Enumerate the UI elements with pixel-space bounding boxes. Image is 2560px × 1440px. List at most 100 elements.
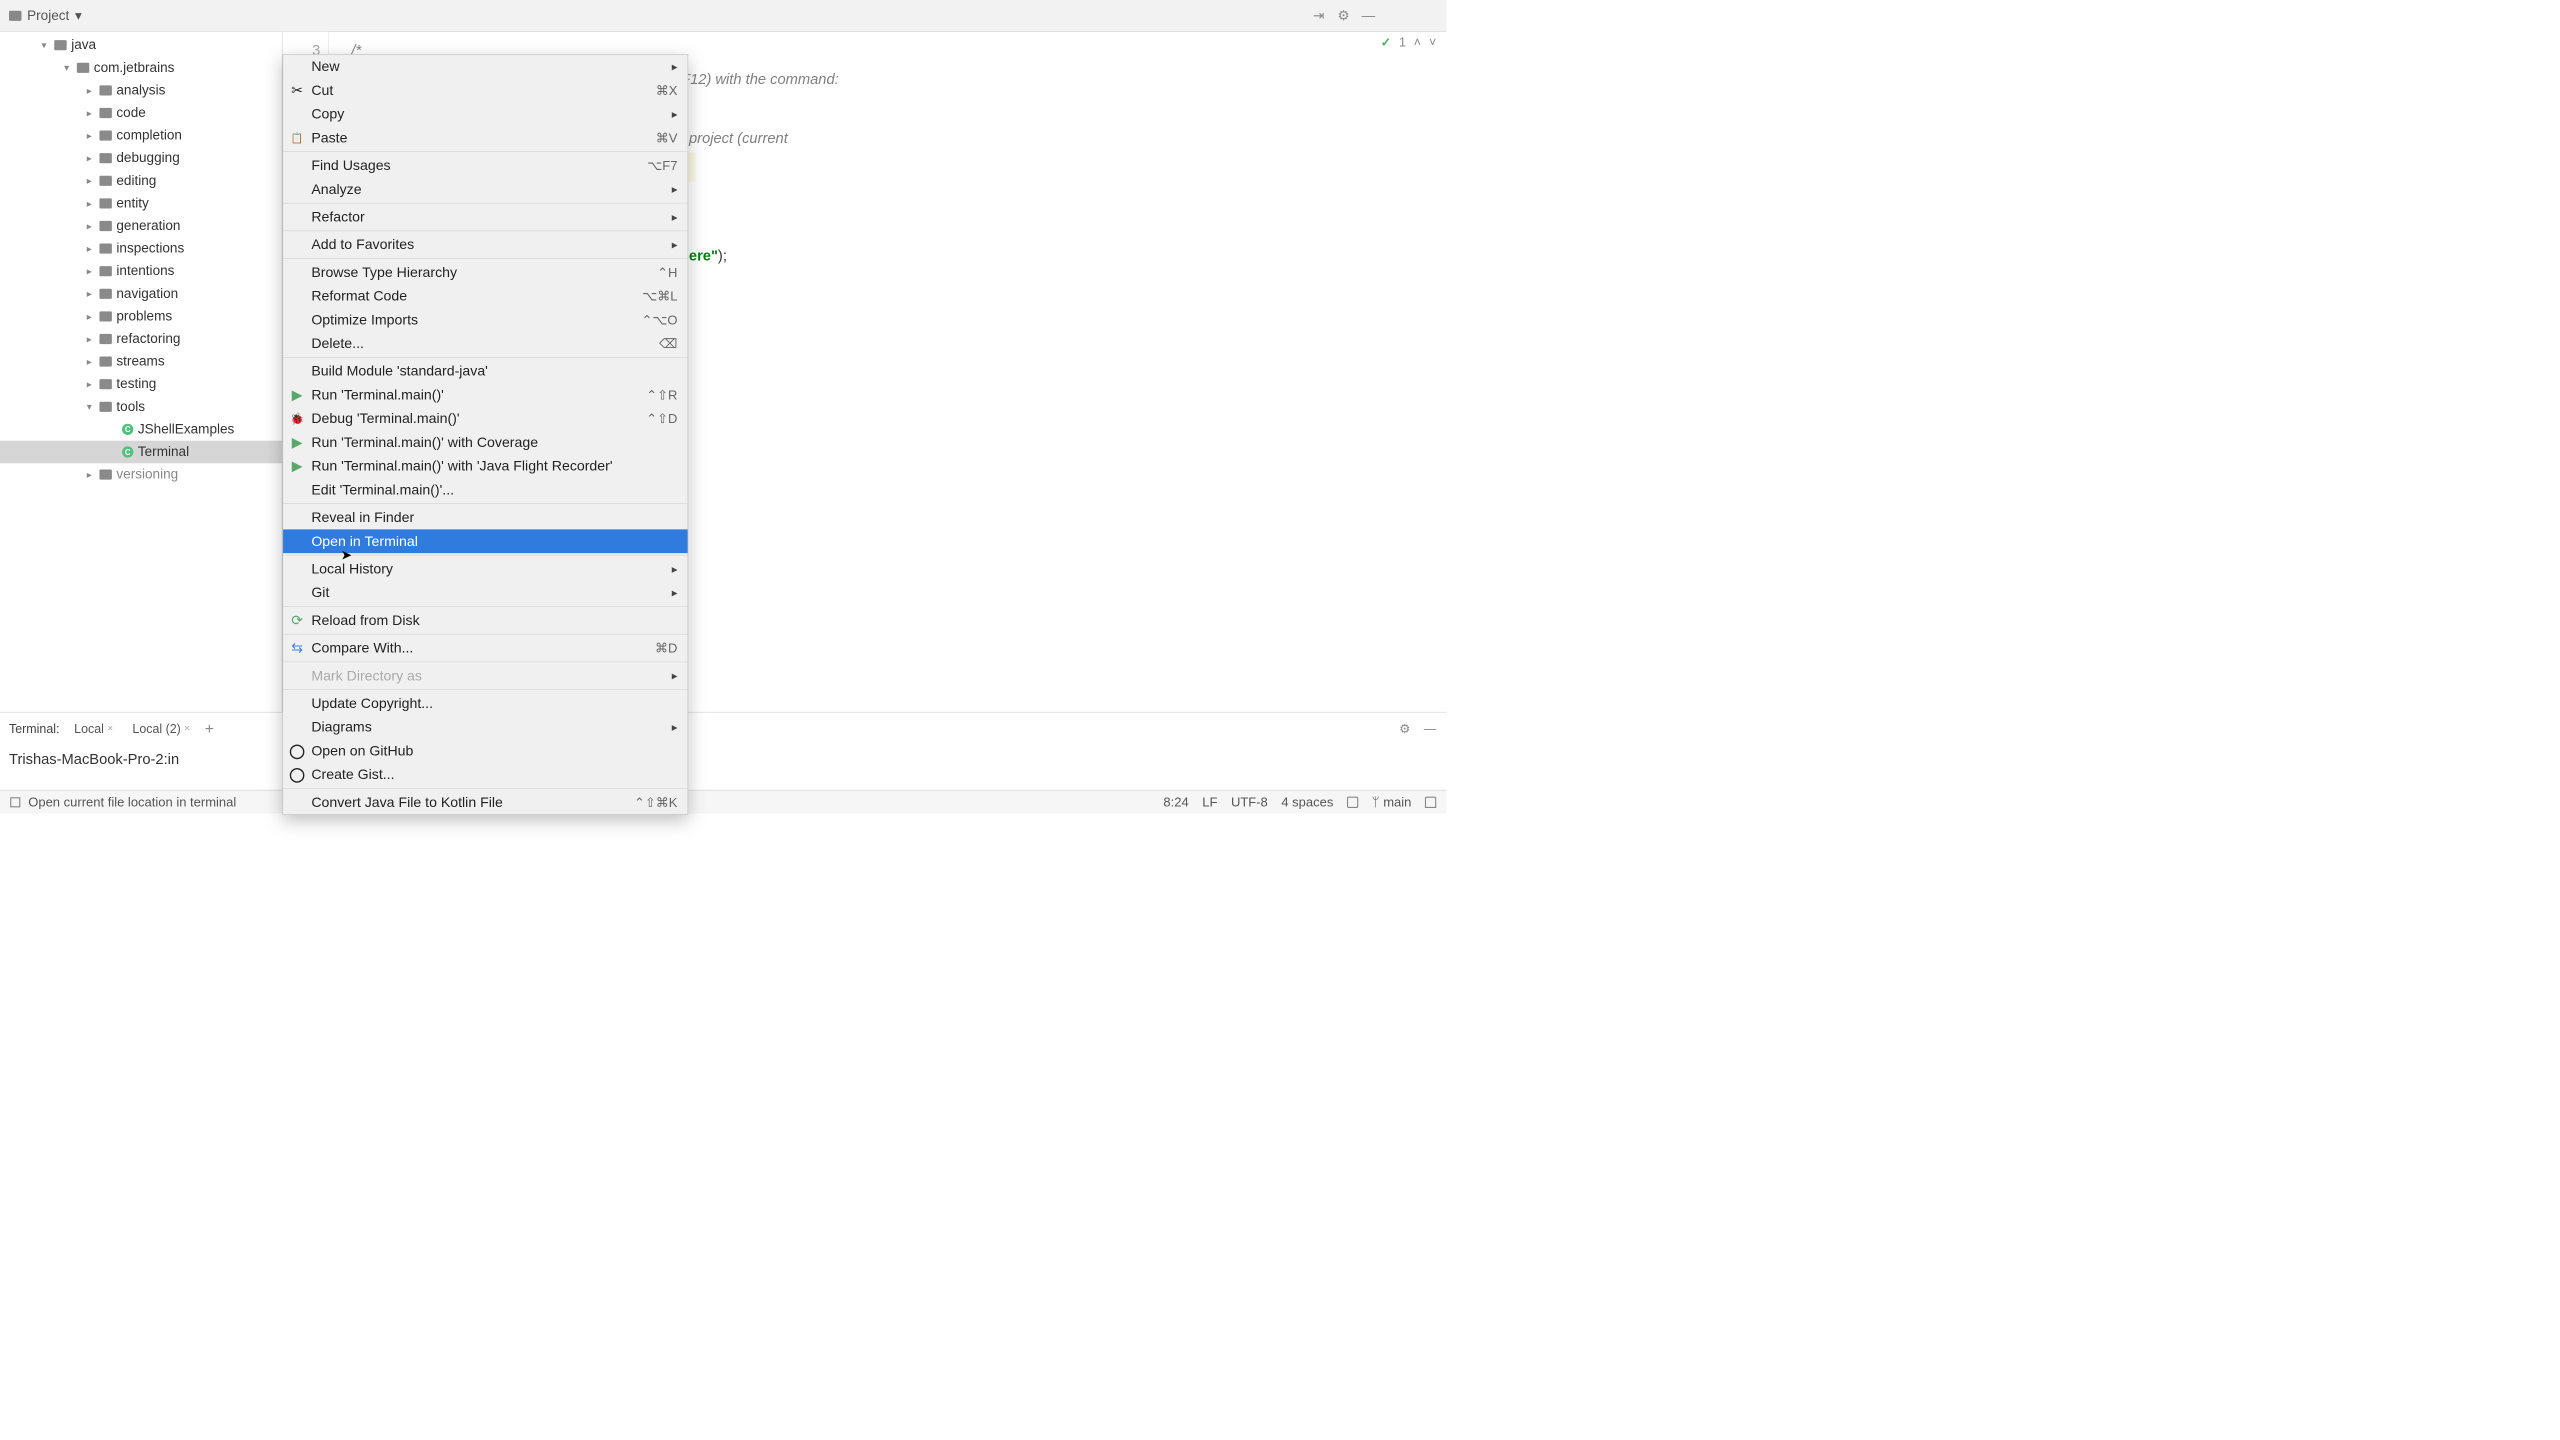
- chevron-icon[interactable]: ▸: [84, 175, 95, 187]
- tree-item-completion[interactable]: ▸completion: [0, 124, 282, 147]
- line-separator[interactable]: LF: [1202, 794, 1217, 809]
- chevron-icon[interactable]: ▾: [38, 39, 49, 51]
- menu-item-browse-type-hierarchy[interactable]: Browse Type Hierarchy⌃H: [283, 260, 688, 284]
- tree-item-tools[interactable]: ▾tools: [0, 396, 282, 419]
- inspection-badges[interactable]: 1 ˄ ˅: [1381, 35, 1437, 50]
- menu-item-reveal-in-finder[interactable]: Reveal in Finder: [283, 506, 688, 530]
- chevron-icon[interactable]: ▸: [84, 243, 95, 255]
- indent-settings[interactable]: 4 spaces: [1281, 794, 1333, 809]
- menu-item-copy[interactable]: Copy: [283, 102, 688, 126]
- gear-icon[interactable]: [1399, 721, 1410, 736]
- chevron-icon[interactable]: ▸: [84, 130, 95, 142]
- context-menu[interactable]: NewCut⌘XCopyPaste⌘V Find Usages⌥F7Analyze…: [283, 54, 689, 814]
- menu-item-create-gist[interactable]: Create Gist...: [283, 763, 688, 787]
- chevron-icon[interactable]: ▸: [84, 356, 95, 368]
- submenu-arrow-icon: [672, 60, 678, 74]
- menu-item-analyze[interactable]: Analyze: [283, 177, 688, 201]
- folder-icon: [99, 289, 111, 299]
- encoding[interactable]: UTF-8: [1231, 794, 1268, 809]
- chevron-icon[interactable]: ▸: [84, 197, 95, 209]
- collapse-icon[interactable]: ⇥: [1312, 9, 1326, 23]
- tree-item-entity[interactable]: ▸entity: [0, 192, 282, 215]
- tree-item-label: streams: [116, 354, 164, 370]
- chevron-icon[interactable]: ▸: [84, 469, 95, 481]
- tree-item-intentions[interactable]: ▸ intentions: [0, 260, 282, 283]
- tree-item-java[interactable]: ▾java: [0, 34, 282, 57]
- menu-item-run-terminal-main-with-java-flight-recorder[interactable]: Run 'Terminal.main()' with 'Java Flight …: [283, 454, 688, 478]
- close-icon[interactable]: ×: [107, 723, 113, 735]
- readonly-toggle-icon[interactable]: [10, 797, 20, 807]
- lock-icon[interactable]: [1347, 796, 1358, 807]
- chevron-icon[interactable]: ▸: [84, 220, 95, 232]
- chevron-icon[interactable]: ▾: [84, 401, 95, 413]
- chevron-up-icon[interactable]: ˄: [1414, 35, 1421, 50]
- menu-item-build-module-standard-java[interactable]: Build Module 'standard-java': [283, 359, 688, 383]
- tree-item-editing[interactable]: ▸editing: [0, 170, 282, 193]
- chevron-icon[interactable]: ▾: [61, 62, 72, 74]
- tree-item-label: generation: [116, 218, 180, 234]
- chevron-icon[interactable]: ▸: [84, 333, 95, 345]
- terminal-tab-local[interactable]: Local ×: [70, 720, 118, 737]
- menu-item-git[interactable]: Git: [283, 581, 688, 605]
- chevron-icon[interactable]: ▸: [84, 288, 95, 300]
- tree-item-label: intentions: [116, 263, 174, 279]
- tree-item-streams[interactable]: ▸ streams: [0, 350, 282, 373]
- menu-item-add-to-favorites[interactable]: Add to Favorites: [283, 233, 688, 257]
- tree-item-navigation[interactable]: ▸navigation: [0, 283, 282, 306]
- menu-item-find-usages[interactable]: Find Usages⌥F7: [283, 154, 688, 178]
- tree-item-label: JShellExamples: [138, 421, 234, 437]
- gear-icon[interactable]: [1337, 9, 1351, 23]
- project-selector[interactable]: Project: [9, 7, 82, 23]
- add-terminal-button[interactable]: [205, 720, 214, 738]
- menu-item-compare-with[interactable]: Compare With...⌘D: [283, 636, 688, 660]
- menu-item-run-terminal-main-with-coverage[interactable]: Run 'Terminal.main()' with Coverage: [283, 431, 688, 455]
- chevron-down-icon[interactable]: ˅: [1429, 35, 1436, 50]
- menu-item-optimize-imports[interactable]: Optimize Imports⌃⌥O: [283, 308, 688, 332]
- close-icon[interactable]: ×: [184, 723, 190, 735]
- tree-item-com-jetbrains[interactable]: ▾com.jetbrains: [0, 57, 282, 80]
- menu-item-edit-terminal-main[interactable]: Edit 'Terminal.main()'...: [283, 478, 688, 502]
- chevron-icon[interactable]: ▸: [84, 107, 95, 119]
- folder-icon: [99, 470, 111, 480]
- tree-item-versioning[interactable]: ▸versioning: [0, 463, 282, 486]
- minimize-icon[interactable]: [1424, 721, 1436, 736]
- chevron-icon[interactable]: ▸: [84, 378, 95, 390]
- menu-item-run-terminal-main[interactable]: Run 'Terminal.main()'⌃⇧R: [283, 383, 688, 407]
- tree-item-debugging[interactable]: ▸debugging: [0, 147, 282, 170]
- tree-item-inspections[interactable]: ▸inspections: [0, 237, 282, 260]
- chevron-icon[interactable]: ▸: [84, 84, 95, 96]
- chevron-icon[interactable]: ▸: [84, 310, 95, 322]
- project-tree[interactable]: ▾java▾com.jetbrains▸analysis▸code▸comple…: [0, 32, 283, 712]
- menu-item-update-copyright[interactable]: Update Copyright...: [283, 692, 688, 716]
- menu-item-debug-terminal-main[interactable]: Debug 'Terminal.main()'⌃⇧D: [283, 407, 688, 431]
- chevron-icon[interactable]: ▸: [84, 152, 95, 164]
- terminal-output[interactable]: Trishas-MacBook-Pro-2:in: [0, 745, 1446, 790]
- menu-item-reload-from-disk[interactable]: Reload from Disk: [283, 609, 688, 633]
- menu-item-delete[interactable]: Delete...: [283, 332, 688, 356]
- menu-item-open-on-github[interactable]: Open on GitHub: [283, 739, 688, 763]
- menu-item-diagrams[interactable]: Diagrams: [283, 715, 688, 739]
- caret-position[interactable]: 8:24: [1163, 794, 1188, 809]
- menu-item-convert-java-file-to-kotlin-file[interactable]: Convert Java File to Kotlin File⌃⇧⌘K: [283, 790, 688, 814]
- tree-item-problems[interactable]: ▸problems: [0, 305, 282, 328]
- menu-item-label: Update Copyright...: [311, 695, 433, 711]
- menu-item-cut[interactable]: Cut⌘X: [283, 79, 688, 103]
- tree-item-generation[interactable]: ▸ generation: [0, 215, 282, 238]
- menu-item-local-history[interactable]: Local History: [283, 557, 688, 581]
- tree-item-code[interactable]: ▸code: [0, 102, 282, 125]
- menu-item-open-in-terminal[interactable]: Open in Terminal: [283, 529, 688, 553]
- tree-item-refactoring[interactable]: ▸refactoring: [0, 328, 282, 351]
- menu-item-new[interactable]: New: [283, 55, 688, 79]
- menu-item-reformat-code[interactable]: Reformat Code⌥⌘L: [283, 284, 688, 308]
- git-branch[interactable]: ᛘ main: [1372, 794, 1412, 809]
- tree-item-jshellexamples[interactable]: CJShellExamples: [0, 418, 282, 441]
- tree-item-testing[interactable]: ▸testing: [0, 373, 282, 396]
- menu-item-paste[interactable]: Paste⌘V: [283, 126, 688, 150]
- menu-item-refactor[interactable]: Refactor: [283, 205, 688, 229]
- minimize-icon[interactable]: [1362, 9, 1376, 23]
- tree-item-analysis[interactable]: ▸analysis: [0, 79, 282, 102]
- padlock-icon[interactable]: [1425, 796, 1436, 807]
- chevron-icon[interactable]: ▸: [84, 265, 95, 277]
- terminal-tab-local-2[interactable]: Local (2) ×: [128, 720, 195, 737]
- tree-item-terminal[interactable]: CTerminal: [0, 441, 282, 464]
